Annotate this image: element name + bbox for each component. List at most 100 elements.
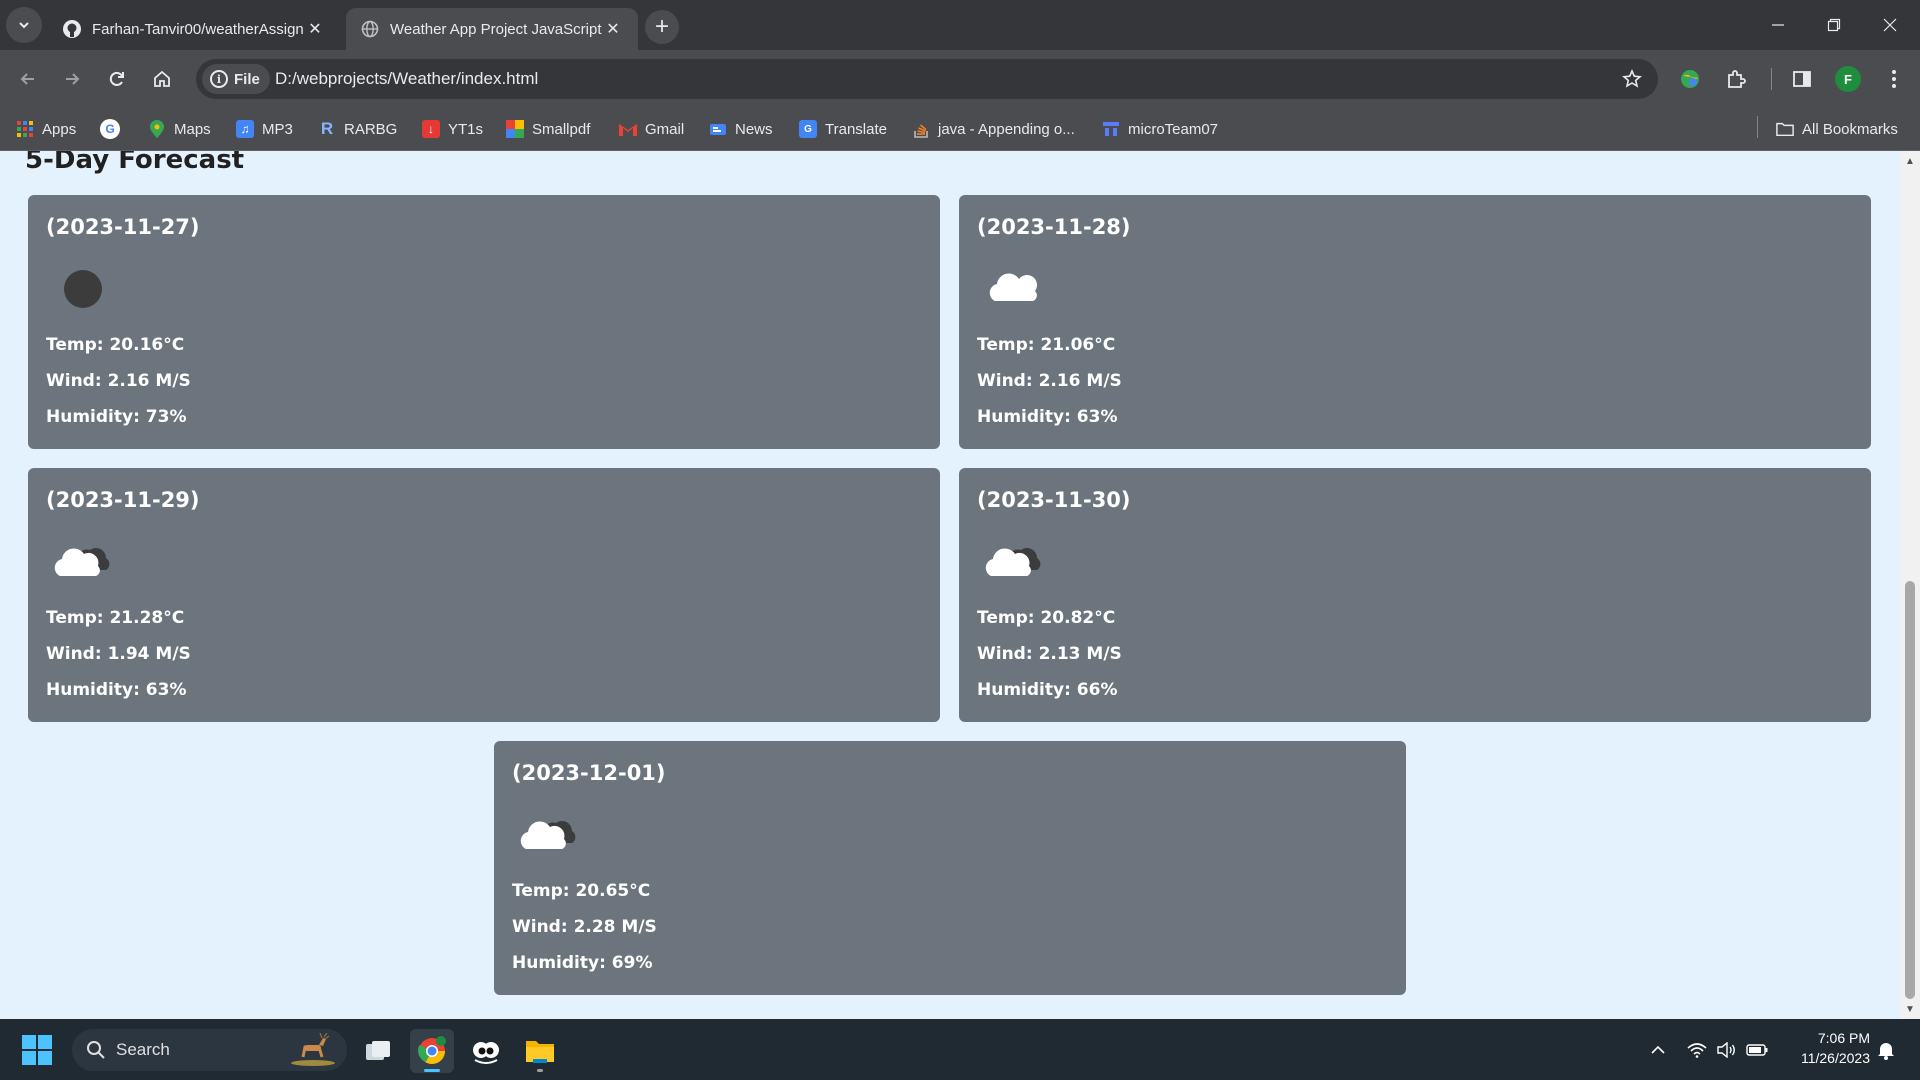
taskbar-search-box[interactable]: Search (72, 1029, 347, 1071)
maps-pin-icon (148, 120, 166, 138)
new-tab-button[interactable]: + (645, 10, 679, 44)
star-icon[interactable] (1620, 67, 1644, 91)
toolbar-divider (1771, 68, 1772, 90)
bookmark-apps[interactable]: Apps (16, 116, 76, 142)
restore-button[interactable] (1806, 0, 1862, 50)
bookmark-label: All Bookmarks (1802, 120, 1898, 138)
forecast-temp: Temp: 20.65°C (512, 881, 651, 901)
address-bar[interactable]: i File D:/webprojects/Weather/index.html (196, 59, 1658, 99)
all-bookmarks-button[interactable]: All Bookmarks (1776, 116, 1898, 142)
bookmark-java-appending[interactable]: java - Appending o... (912, 116, 1075, 142)
cloud-icon (971, 257, 1057, 321)
bookmark-news[interactable]: News (709, 116, 773, 142)
bookmark-maps[interactable]: Maps (148, 116, 211, 142)
back-button[interactable] (10, 61, 46, 97)
notification-bell-icon[interactable] (1874, 1037, 1898, 1063)
reload-icon (109, 71, 124, 86)
forecast-card-day-3: (2023-11-29) Temp: 21.28°C Wind: 1.94 M/… (28, 468, 940, 722)
arrow-left-icon (20, 73, 34, 85)
tab-github[interactable]: Farhan-Tanvir00/weatherAssignment ✕ (48, 8, 340, 50)
stackoverflow-icon (912, 120, 930, 138)
forecast-date: (2023-11-28) (977, 215, 1131, 239)
close-icon[interactable]: ✕ (602, 18, 624, 40)
microteam-icon (1102, 120, 1120, 138)
chevron-down-icon (19, 22, 29, 29)
taskbar-chrome[interactable] (410, 1029, 454, 1073)
kebab-menu-icon[interactable] (1880, 65, 1908, 93)
bookmark-label: microTeam07 (1128, 120, 1219, 138)
windows-start-icon[interactable] (22, 1035, 52, 1065)
scrollbar-thumb[interactable] (1905, 581, 1915, 999)
battery-icon[interactable] (1744, 1037, 1770, 1063)
broken-clouds-icon (506, 803, 592, 867)
bookmarks-bar: Apps G Maps ♫ MP3 R RARBG ↓ YT1s Smallpd… (0, 108, 1920, 151)
bookmark-translate[interactable]: G Translate (799, 116, 887, 142)
forecast-temp: Temp: 21.06°C (977, 335, 1116, 355)
forecast-humidity: Humidity: 73% (46, 407, 187, 427)
restore-icon (1827, 18, 1841, 32)
search-icon (87, 1041, 105, 1059)
home-button[interactable] (144, 61, 180, 97)
reload-button[interactable] (99, 61, 135, 97)
bookmark-mp3[interactable]: ♫ MP3 (236, 116, 293, 142)
puzzle-extensions-icon[interactable] (1722, 65, 1750, 93)
close-window-button[interactable] (1862, 0, 1918, 50)
apps-grid-icon (16, 120, 34, 138)
forecast-card-day-1: (2023-11-27) Temp: 20.16°C Wind: 2.16 M/… (28, 195, 940, 449)
globe-icon (360, 19, 380, 39)
taskbar-app-eyes[interactable] (464, 1029, 508, 1073)
tab-strip: Farhan-Tanvir00/weatherAssignment ✕ Weat… (0, 0, 1920, 50)
windows-taskbar: Search 7:06 PM 11/26/2023 (0, 1019, 1920, 1080)
bookmark-label: YT1s (448, 120, 484, 138)
forecast-card-day-2: (2023-11-28) Temp: 21.06°C Wind: 2.16 M/… (959, 195, 1871, 449)
site-chip-label: File (234, 70, 260, 88)
profile-avatar[interactable]: F (1835, 66, 1861, 92)
taskbar-task-view[interactable] (356, 1029, 400, 1073)
broken-clouds-icon (971, 530, 1057, 594)
bookmark-label: Apps (42, 120, 77, 138)
close-icon (1883, 18, 1897, 32)
bookmark-smallpdf[interactable]: Smallpdf (506, 116, 590, 142)
google-icon: G (100, 119, 120, 139)
site-info-chip[interactable]: i File (202, 64, 270, 94)
taskbar-file-explorer[interactable] (518, 1029, 562, 1073)
show-hidden-icons[interactable] (1646, 1037, 1670, 1063)
scroll-up-arrow-icon[interactable]: ▲ (1900, 153, 1920, 169)
scroll-down-arrow-icon[interactable]: ▼ (1900, 1001, 1920, 1017)
bookmark-microteam07[interactable]: microTeam07 (1102, 116, 1218, 142)
browser-toolbar: i File D:/webprojects/Weather/index.html… (0, 50, 1920, 108)
side-panel-icon[interactable] (1788, 65, 1816, 93)
bookmark-google[interactable]: G (100, 116, 128, 142)
task-view-icon (366, 1041, 390, 1060)
cartoon-eyes-icon (473, 1042, 499, 1064)
volume-icon[interactable] (1714, 1037, 1740, 1063)
wifi-icon[interactable] (1684, 1037, 1710, 1063)
extension-globe-icon[interactable] (1676, 65, 1704, 93)
bookmark-label: News (735, 120, 773, 138)
bookmark-label: Translate (825, 120, 887, 138)
tab-weather-app[interactable]: Weather App Project JavaScript ✕ (346, 8, 638, 50)
tab-title: Farhan-Tanvir00/weatherAssignment (92, 20, 304, 38)
bookmark-gmail[interactable]: Gmail (619, 116, 684, 142)
folder-icon (1776, 120, 1794, 138)
tab-title: Weather App Project JavaScript (390, 20, 602, 38)
url-text[interactable]: D:/webprojects/Weather/index.html (275, 69, 538, 89)
forward-button[interactable] (54, 61, 90, 97)
bookmark-label: Smallpdf (532, 120, 591, 138)
broken-clouds-icon (40, 530, 126, 594)
page-scrollbar[interactable]: ▲ ▼ (1900, 151, 1920, 1019)
taskbar-clock[interactable]: 7:06 PM 11/26/2023 (1770, 1028, 1870, 1068)
tab-search-button[interactable] (6, 7, 42, 43)
bookmark-yt1s[interactable]: ↓ YT1s (422, 116, 483, 142)
forecast-date: (2023-11-27) (46, 215, 200, 239)
forecast-date: (2023-11-29) (46, 488, 200, 512)
forecast-humidity: Humidity: 69% (512, 953, 653, 973)
forecast-temp: Temp: 21.28°C (46, 608, 185, 628)
forecast-humidity: Humidity: 63% (46, 680, 187, 700)
close-icon[interactable]: ✕ (304, 18, 326, 40)
bookmark-label: Gmail (645, 120, 685, 138)
clock-time: 7:06 PM (1817, 1030, 1870, 1046)
news-icon (709, 120, 727, 138)
bookmark-rarbg[interactable]: R RARBG (318, 116, 397, 142)
minimize-button[interactable] (1750, 0, 1806, 50)
